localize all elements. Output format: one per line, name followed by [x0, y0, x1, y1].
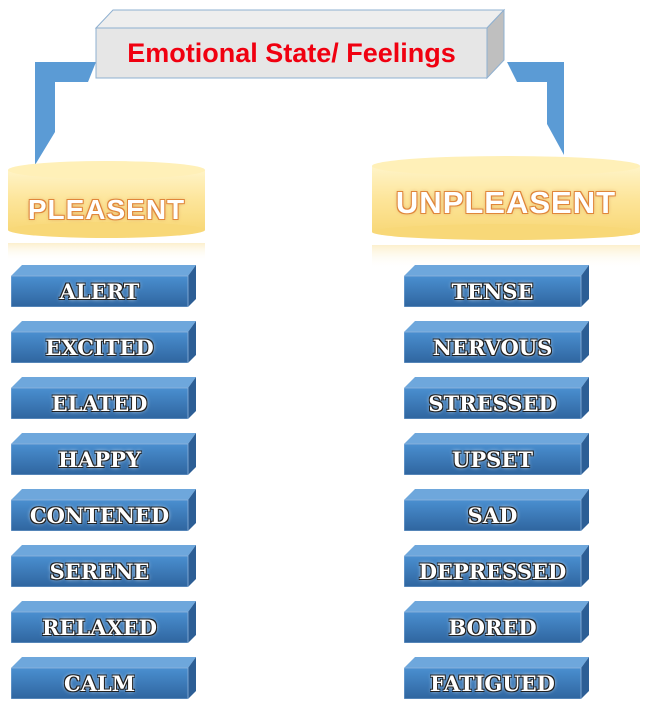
unpleasant-emotion-box: DEPRESSED [404, 545, 589, 587]
emotion-label: TENSE [451, 279, 534, 304]
unpleasant-emotion-box: BORED [404, 601, 589, 643]
unpleasant-emotion-box: STRESSED [404, 377, 589, 419]
emotion-label: CONTENED [29, 503, 170, 528]
emotion-label: EXCITED [45, 335, 154, 360]
pleasant-category-label: PLEASENT [27, 193, 186, 225]
pleasant-emotion-box: EXCITED [11, 321, 196, 363]
unpleasant-emotion-box: FATIGUED [404, 657, 589, 699]
emotion-label: ALERT [59, 279, 140, 304]
emotion-label: STRESSED [428, 391, 557, 416]
emotion-label: BORED [448, 615, 537, 640]
pleasant-emotion-box: CONTENED [11, 489, 196, 531]
unpleasant-category-label: UNPLEASENT [395, 184, 617, 220]
left-connector-arrow [35, 62, 96, 165]
unpleasant-emotion-box: NERVOUS [404, 321, 589, 363]
emotion-label: UPSET [452, 447, 533, 472]
emotion-label: RELAXED [41, 615, 158, 640]
emotion-label: ELATED [51, 391, 148, 416]
emotion-label: SAD [467, 503, 518, 528]
unpleasant-emotion-box: UPSET [404, 433, 589, 475]
emotion-label: CALM [63, 671, 136, 696]
emotion-label: NERVOUS [432, 335, 553, 360]
unpleasant-emotion-box: SAD [404, 489, 589, 531]
pleasant-emotion-box: CALM [11, 657, 196, 699]
pleasant-emotion-box: ELATED [11, 377, 196, 419]
emotion-label: SERENE [49, 559, 150, 584]
right-connector-arrow [507, 62, 564, 155]
diagram-title: Emotional State/ Feelings [127, 37, 456, 68]
emotion-label: HAPPY [58, 447, 141, 472]
pleasant-emotion-box: SERENE [11, 545, 196, 587]
pleasant-emotion-box: ALERT [11, 265, 196, 307]
pleasant-emotion-box: RELAXED [11, 601, 196, 643]
emotion-label: FATIGUED [430, 671, 555, 696]
pleasant-emotion-box: HAPPY [11, 433, 196, 475]
emotion-label: DEPRESSED [418, 559, 567, 584]
unpleasant-emotion-box: TENSE [404, 265, 589, 307]
